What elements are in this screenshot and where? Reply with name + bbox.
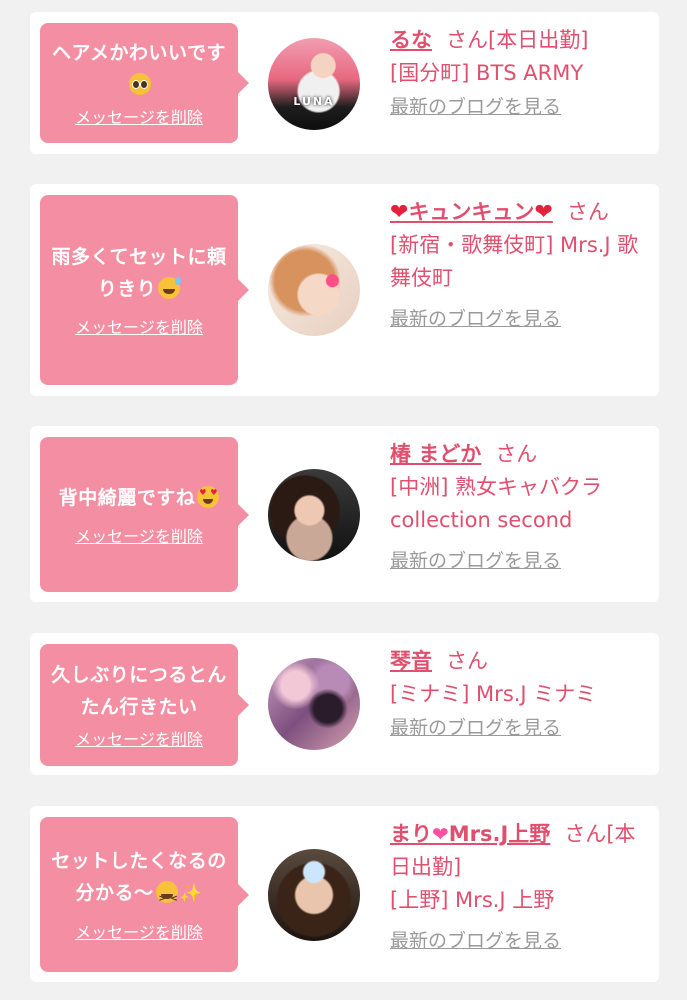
grinning-sweat-emoji (158, 277, 182, 299)
shop-name: [中洲] 熟女キャバクラ collection second (390, 475, 603, 532)
message-bubble: ヘアメかわいいです メッセージを削除 (40, 23, 249, 143)
cast-name-link[interactable]: 琴音 (390, 649, 432, 673)
cast-name-link[interactable]: 椿 まどか (390, 442, 481, 466)
avatar[interactable] (268, 244, 360, 336)
delete-message-link[interactable]: メッセージを削除 (75, 729, 203, 751)
message-card: 雨多くてセットに頼りきり メッセージを削除 ❤キュンキュン❤ さん [新宿・歌舞伎… (30, 184, 659, 396)
latest-blog-link[interactable]: 最新のブログを見る (390, 712, 561, 745)
sparkling-heart-icon: ❤ (432, 822, 449, 846)
latest-blog-link[interactable]: 最新のブログを見る (390, 545, 561, 578)
latest-blog-link[interactable]: 最新のブログを見る (390, 925, 561, 958)
avatar[interactable]: LUNA (268, 38, 360, 130)
shop-name: [国分町] BTS ARMY (390, 61, 584, 85)
latest-blog-link[interactable]: 最新のブログを見る (390, 91, 561, 124)
avatar[interactable] (268, 469, 360, 561)
delete-message-link[interactable]: メッセージを削除 (75, 317, 203, 339)
message-text: 背中綺麗ですね (59, 482, 220, 514)
red-heart-icon: ❤ (534, 200, 553, 225)
message-card: ヘアメかわいいです メッセージを削除 LUNA るな さん[本日出勤] [国分町]… (30, 12, 659, 154)
pleading-face-emoji (129, 73, 151, 95)
message-list: ヘアメかわいいです メッセージを削除 LUNA るな さん[本日出勤] [国分町]… (0, 0, 687, 1000)
shop-name: [ミナミ] Mrs.J ミナミ (390, 682, 597, 706)
heart-eyes-emoji (197, 485, 220, 508)
message-bubble: 久しぶりにつるとんたん行きたい メッセージを削除 (40, 644, 249, 766)
message-text: ヘアメかわいいです (48, 37, 230, 101)
cast-name-link[interactable]: るな (390, 28, 432, 52)
message-bubble: セットしたくなるの分かる〜✨ メッセージを削除 (40, 817, 249, 972)
work-status: [本日出勤] (488, 28, 589, 52)
red-heart-icon: ❤ (390, 200, 409, 225)
sparkles-emoji: ✨ (179, 883, 203, 904)
avatar[interactable] (268, 658, 360, 750)
message-text: セットしたくなるの分かる〜✨ (48, 845, 230, 915)
cast-name-link[interactable]: まり❤Mrs.J上野 (390, 822, 550, 846)
delete-message-link[interactable]: メッセージを削除 (75, 107, 203, 129)
message-bubble: 雨多くてセットに頼りきり メッセージを削除 (40, 195, 249, 385)
cast-name-link[interactable]: ❤キュンキュン❤ (390, 200, 553, 225)
shop-name: [新宿・歌舞伎町] Mrs.J 歌舞伎町 (390, 233, 639, 290)
message-card: 久しぶりにつるとんたん行きたい メッセージを削除 琴音 さん [ミナミ] Mrs.… (30, 633, 659, 775)
delete-message-link[interactable]: メッセージを削除 (75, 922, 203, 944)
message-text: 雨多くてセットに頼りきり (51, 246, 227, 300)
message-card: セットしたくなるの分かる〜✨ メッセージを削除 まり❤Mrs.J上野さん[本日出… (30, 806, 659, 982)
cast-info: 椿 まどか さん [中洲] 熟女キャバクラ collection second 最… (390, 438, 647, 578)
latest-blog-link[interactable]: 最新のブログを見る (390, 303, 561, 336)
cast-info: まり❤Mrs.J上野 さん[本日出勤] [上野] Mrs.J 上野 最新のブログを… (390, 818, 647, 958)
cast-info: 琴音 さん [ミナミ] Mrs.J ミナミ 最新のブログを見る (390, 645, 647, 745)
cast-info: ❤キュンキュン❤ さん [新宿・歌舞伎町] Mrs.J 歌舞伎町 最新のブログを見… (390, 196, 647, 336)
message-text: 久しぶりにつるとんたん行きたい (51, 664, 227, 718)
shop-name: [上野] Mrs.J 上野 (390, 888, 555, 912)
message-bubble: 背中綺麗ですね メッセージを削除 (40, 437, 249, 592)
message-card: 背中綺麗ですね メッセージを削除 椿 まどかさん [中洲] 熟女キャバクラ co… (30, 426, 659, 602)
avatar[interactable] (268, 849, 360, 941)
squinting-laugh-emoji (155, 881, 178, 915)
delete-message-link[interactable]: メッセージを削除 (75, 526, 203, 548)
cast-info: るな さん[本日出勤] [国分町] BTS ARMY 最新のブログを見る (390, 24, 647, 124)
